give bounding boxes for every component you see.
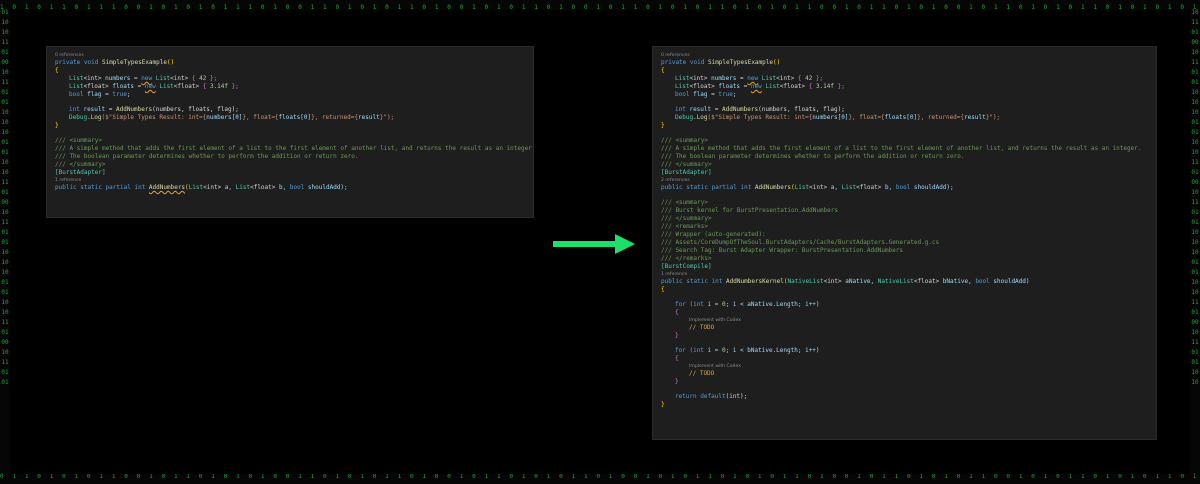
- code-editor-before: 0 references private void SimpleTypesExa…: [46, 46, 534, 218]
- doc-comment: /// <summary>: [55, 137, 102, 144]
- doc-comment: /// </remarks>: [661, 255, 712, 262]
- attribute-burst-compile: [BurstCompile]: [661, 263, 712, 270]
- implement-with-codex-link[interactable]: Implement with Codex: [661, 317, 1152, 324]
- doc-comment: /// The boolean parameter determines whe…: [661, 153, 965, 160]
- code-line: bool flag = true;: [675, 91, 737, 98]
- doc-comment: /// </summary>: [55, 161, 106, 168]
- code-line: List<int> numbers = new List<int> { 42 }…: [69, 75, 218, 82]
- doc-comment: /// Wrapper (auto-generated):: [661, 231, 766, 238]
- attribute-burst-adapter: [BurstAdapter]: [661, 169, 712, 176]
- todo-comment: // TODO: [689, 324, 715, 331]
- code-line: int result = AddNumbers(numbers, floats,…: [675, 106, 845, 113]
- doc-comment: /// A simple method that adds the first …: [661, 145, 1142, 152]
- code-line: private void SimpleTypesExample(): [661, 59, 781, 66]
- code-line: bool flag = true;: [69, 91, 131, 98]
- code-line: for (int i = 0; i < bNative.Length; i++): [675, 347, 820, 354]
- doc-comment: /// Assets/CoreDumpOfTheSoul.BurstAdapte…: [661, 239, 940, 246]
- codelens-references[interactable]: 2 references: [661, 177, 1152, 184]
- binary-border-left: 0110101101001011010110101001011010110100…: [1, 9, 9, 386]
- doc-comment: /// <summary>: [661, 199, 708, 206]
- todo-comment: // TODO: [689, 370, 715, 377]
- code-line: List<int> numbers = new List<int> { 42 }…: [675, 75, 824, 82]
- code-line: List<float> floats = new List<float> { 3…: [69, 83, 239, 90]
- code-line: {: [55, 67, 59, 74]
- codelens-references[interactable]: 0 references: [661, 52, 1152, 59]
- doc-comment: /// <remarks>: [661, 223, 708, 230]
- code-line: {: [675, 355, 679, 362]
- code-line: public static int AddNumbersKernel(Nativ…: [661, 278, 1030, 285]
- code-line: {: [661, 286, 665, 293]
- arrow-right-icon: [553, 234, 635, 254]
- doc-comment: /// Search Tag: Burst Adapter Wrapper: B…: [661, 247, 904, 254]
- doc-comment: /// Burst kernel for BurstPresentation.A…: [661, 207, 839, 214]
- code-line: Debug.Log($"Simple Types Result: int={nu…: [675, 114, 1001, 121]
- code-line: public static partial int AddNumbers(Lis…: [661, 184, 954, 191]
- code-editor-after: 0 references private void SimpleTypesExa…: [652, 46, 1157, 440]
- doc-comment: /// </summary>: [661, 161, 712, 168]
- binary-border-right: 1011010010110101101010010110101101001011…: [1191, 9, 1199, 386]
- code-line: }: [675, 332, 679, 339]
- code-line: List<float> floats = new List<float> { 3…: [675, 83, 845, 90]
- code-line: private void SimpleTypesExample(): [55, 59, 175, 66]
- doc-comment: /// The boolean parameter determines whe…: [55, 153, 359, 160]
- implement-with-codex-link[interactable]: Implement with Codex: [661, 363, 1152, 370]
- doc-comment: /// </summary>: [661, 215, 712, 222]
- code-line: {: [675, 309, 679, 316]
- code-line: }: [675, 378, 679, 385]
- code-line: {: [661, 67, 665, 74]
- code-line: }: [661, 401, 665, 408]
- codelens-references[interactable]: 0 references: [55, 52, 529, 59]
- code-line: return default(int);: [675, 393, 748, 400]
- codelens-references[interactable]: 1 reference: [55, 177, 529, 184]
- code-line: for (int i = 0; i < aNative.Length; i++): [675, 301, 820, 308]
- code-line: }: [661, 122, 665, 129]
- code-line: int result = AddNumbers(numbers, floats,…: [69, 106, 239, 113]
- attribute-burst-adapter: [BurstAdapter]: [55, 169, 106, 176]
- codelens-references[interactable]: 1 reference: [661, 271, 1152, 278]
- code-line: public static partial int AddNumbers(Lis…: [55, 184, 348, 191]
- code-line: Debug.Log($"Simple Types Result: int={nu…: [69, 114, 395, 121]
- doc-comment: /// A simple method that adds the first …: [55, 145, 534, 152]
- code-line: }: [55, 122, 59, 129]
- doc-comment: /// <summary>: [661, 137, 708, 144]
